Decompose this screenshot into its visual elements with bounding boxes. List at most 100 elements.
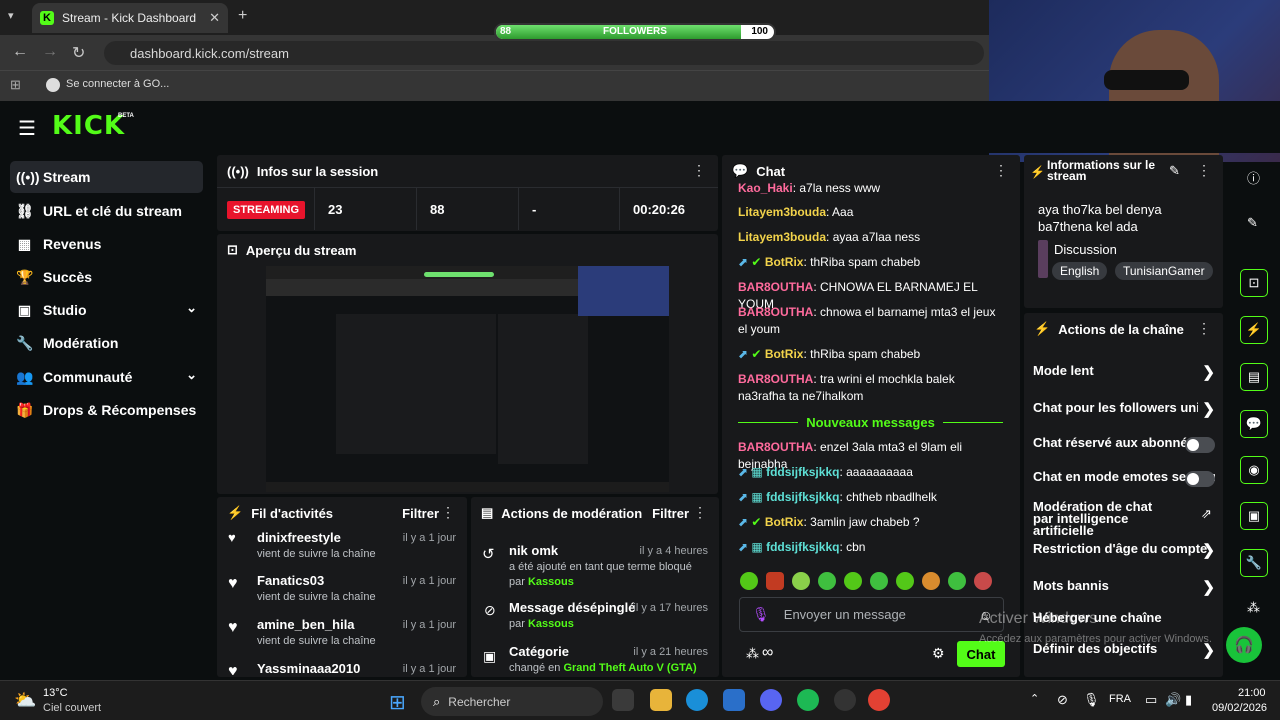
sidebar-item-succes[interactable]: 🏆 Succès: [10, 261, 203, 293]
emote-icon[interactable]: [896, 572, 914, 590]
menu-icon[interactable]: ☰: [18, 116, 36, 141]
chat-username[interactable]: BotRix: [765, 255, 804, 269]
browser-tab[interactable]: K Stream - Kick Dashboard ✕: [32, 3, 228, 33]
discord-icon[interactable]: [760, 689, 782, 711]
network-icon[interactable]: ⊘: [1057, 692, 1068, 708]
sidebar-item-drops[interactable]: 🎁 Drops & Récompenses: [10, 394, 203, 426]
chevron-up-icon[interactable]: ⌃: [1030, 692, 1039, 705]
rail-chat-button[interactable]: 💬: [1240, 410, 1268, 438]
channel-action-followers-only[interactable]: Chat pour les followers uniquement❯: [1033, 400, 1215, 420]
rail-document-button[interactable]: ▤: [1240, 363, 1268, 391]
channel-action-emote-only[interactable]: Chat en mode emotes seulement: [1033, 469, 1215, 489]
chat-username[interactable]: Litayem3bouda: [738, 230, 826, 244]
volume-icon[interactable]: 🔊: [1165, 692, 1181, 708]
category-name[interactable]: Discussion: [1054, 242, 1117, 257]
url-input[interactable]: dashboard.kick.com/stream: [104, 41, 984, 65]
file-explorer-icon[interactable]: [650, 689, 672, 711]
channel-action-ai-moderation[interactable]: Modération de chat par intelligence arti…: [1033, 500, 1173, 537]
new-messages-divider[interactable]: Nouveaux messages: [738, 413, 1003, 431]
sidebar-item-moderation[interactable]: 🔧 Modération: [10, 327, 203, 359]
activity-filter-button[interactable]: Filtrer: [402, 506, 439, 521]
weather-temp[interactable]: 13°C: [43, 687, 68, 699]
chat-username[interactable]: Litayem3bouda: [738, 205, 826, 219]
emote-icon[interactable]: [870, 572, 888, 590]
taskbar-search[interactable]: ⌕ Rechercher: [421, 687, 603, 716]
store-icon[interactable]: [723, 689, 745, 711]
channel-action-subs-only[interactable]: Chat réservé aux abonnés: [1033, 435, 1215, 455]
more-options-icon[interactable]: ⋮: [994, 163, 1008, 177]
subs-only-toggle[interactable]: [1185, 437, 1215, 453]
back-icon[interactable]: ←: [12, 43, 28, 61]
chat-username[interactable]: fddsijfksjkkq: [766, 490, 839, 504]
emote-icon[interactable]: [922, 572, 940, 590]
stream-preview-video[interactable]: [266, 266, 669, 492]
emote-icon[interactable]: [740, 572, 758, 590]
sidebar-item-url-key[interactable]: ⛓ URL et clé du stream: [10, 195, 203, 227]
channel-action-age-restriction[interactable]: Restriction d'âge du compte ❯: [1033, 541, 1215, 561]
new-tab-icon[interactable]: +: [238, 7, 247, 25]
chat-username[interactable]: fddsijfksjkkq: [766, 540, 839, 554]
chat-username[interactable]: BAR8OUTHA: [738, 280, 813, 294]
tag-chip[interactable]: English: [1052, 262, 1108, 280]
bookmark-link[interactable]: Se connecter à GO...: [66, 78, 169, 90]
edge-browser-icon[interactable]: [686, 689, 708, 711]
moderator-name[interactable]: Kassous: [528, 618, 574, 630]
microphone-icon[interactable]: 🎙: [752, 606, 770, 623]
rail-camera-button[interactable]: ▣: [1240, 502, 1268, 530]
channel-action-banned-words[interactable]: Mots bannis ❯: [1033, 578, 1215, 598]
info-icon[interactable]: ⓘ: [1247, 168, 1260, 187]
moderator-name[interactable]: Kassous: [528, 576, 574, 588]
chat-username[interactable]: BAR8OUTHA: [738, 305, 813, 319]
emote-icon[interactable]: [766, 572, 784, 590]
rail-broadcast-button[interactable]: ◉: [1240, 456, 1268, 484]
clock-time[interactable]: 21:00: [1238, 687, 1266, 699]
forward-icon[interactable]: →: [42, 43, 58, 61]
sidebar-item-revenus[interactable]: ▦ Revenus: [10, 228, 203, 260]
chat-username[interactable]: BotRix: [765, 515, 804, 529]
sidebar-item-studio[interactable]: ▣ Studio ⌄: [10, 294, 203, 326]
kick-logo[interactable]: KICK: [52, 111, 125, 141]
category-name[interactable]: Grand Theft Auto V (GTA): [563, 662, 696, 674]
windows-start-icon[interactable]: ⊞: [389, 690, 406, 715]
rail-preview-button[interactable]: ⊡: [1240, 269, 1268, 297]
edit-pencil-icon[interactable]: ✎: [1247, 215, 1258, 231]
kick-points-icon[interactable]: ⁂: [746, 646, 759, 662]
chat-username[interactable]: BotRix: [765, 347, 804, 361]
more-options-icon[interactable]: ⋮: [1197, 321, 1211, 335]
task-view-icon[interactable]: [612, 689, 634, 711]
tag-chip[interactable]: TunisianGamer: [1115, 262, 1213, 280]
sidebar-item-stream[interactable]: ((•)) Stream: [10, 161, 203, 193]
reload-icon[interactable]: ↻: [72, 43, 85, 63]
emote-icon[interactable]: [792, 572, 810, 590]
chat-username[interactable]: BAR8OUTHA: [738, 440, 813, 454]
more-options-icon[interactable]: ⋮: [693, 505, 707, 519]
apps-grid-icon[interactable]: ⊞: [10, 77, 21, 93]
emote-icon[interactable]: [948, 572, 966, 590]
emote-icon[interactable]: [818, 572, 836, 590]
emote-only-toggle[interactable]: [1185, 471, 1215, 487]
chat-username[interactable]: fddsijfksjkkq: [766, 465, 839, 479]
emote-icon[interactable]: [844, 572, 862, 590]
external-link-icon[interactable]: ⇗: [1201, 506, 1212, 522]
settings-gear-icon[interactable]: ⚙: [932, 645, 945, 662]
weather-desc[interactable]: Ciel couvert: [43, 702, 101, 714]
moderation-filter-button[interactable]: Filtrer: [652, 506, 689, 521]
spotify-icon[interactable]: [797, 689, 819, 711]
chat-username[interactable]: Kao_Haki: [738, 181, 793, 194]
more-options-icon[interactable]: ⋮: [441, 505, 455, 519]
more-options-icon[interactable]: ⋮: [1197, 163, 1211, 177]
obs-icon[interactable]: [834, 689, 856, 711]
language-indicator[interactable]: FRA: [1109, 693, 1131, 705]
sidebar-item-communaute[interactable]: 👥 Communauté ⌄: [10, 361, 203, 393]
chrome-icon[interactable]: [868, 689, 890, 711]
microphone-tray-icon[interactable]: 🎙: [1083, 692, 1100, 708]
monitor-icon[interactable]: ▭: [1145, 692, 1157, 708]
rail-wrench-button[interactable]: 🔧: [1240, 549, 1268, 577]
edit-pencil-icon[interactable]: ✎: [1169, 163, 1180, 179]
apps-icon[interactable]: ⁂: [1247, 600, 1260, 616]
rail-bolt-button[interactable]: ⚡: [1240, 316, 1268, 344]
channel-action-slow-mode[interactable]: Mode lent ❯: [1033, 363, 1215, 383]
close-tab-icon[interactable]: ✕: [209, 10, 220, 26]
chat-input[interactable]: 🎙 Envoyer un message ☺: [739, 597, 1004, 632]
more-options-icon[interactable]: ⋮: [692, 163, 706, 177]
